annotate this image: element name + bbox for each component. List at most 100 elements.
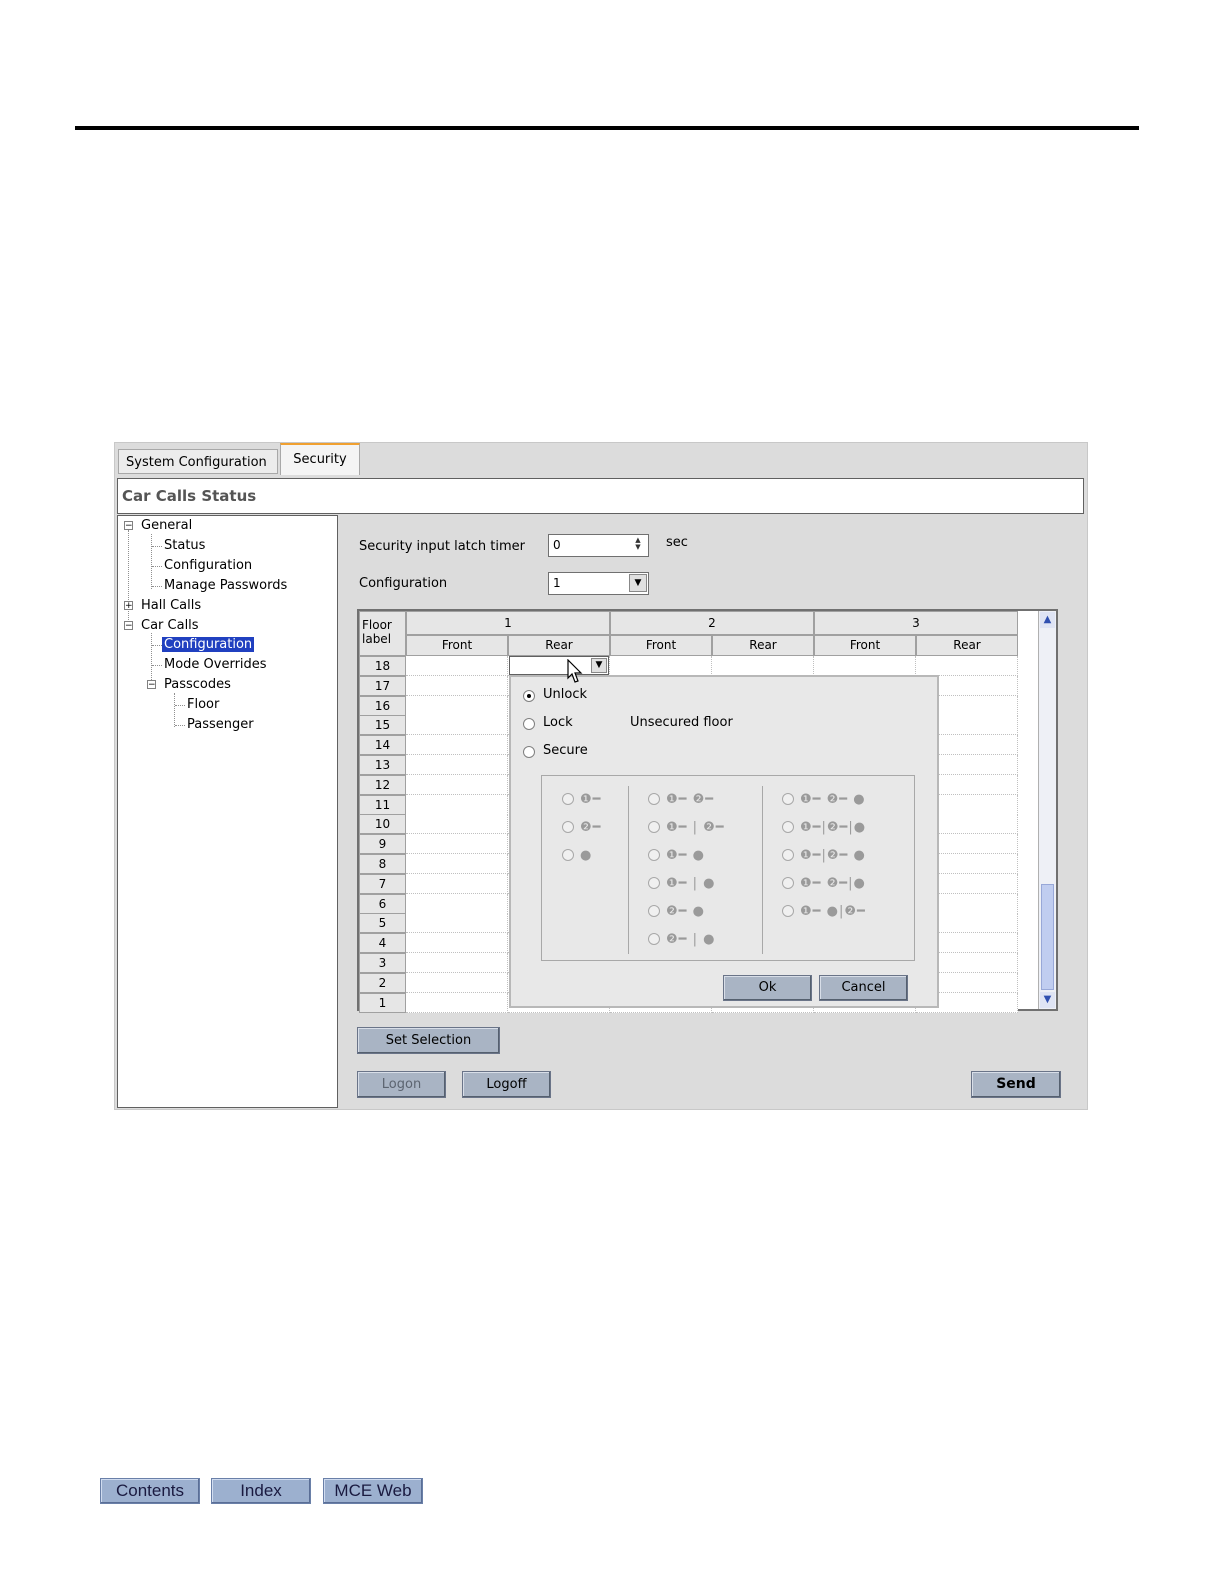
- floor-label-cell: 17: [359, 675, 406, 696]
- logon-button[interactable]: Logon: [357, 1071, 446, 1098]
- expand-icon[interactable]: +: [124, 601, 133, 611]
- security-cell[interactable]: [610, 656, 712, 676]
- scroll-thumb[interactable]: [1041, 884, 1054, 990]
- tab-security[interactable]: Security: [280, 443, 360, 475]
- tree-item-car-configuration[interactable]: Configuration: [162, 636, 255, 654]
- security-cell[interactable]: [406, 834, 508, 855]
- tree-item-passenger[interactable]: Passenger: [187, 716, 254, 734]
- security-cell[interactable]: [406, 774, 508, 795]
- panel-title-bar: Car Calls Status: [117, 478, 1084, 514]
- tree-item-passcodes[interactable]: Passcodes: [164, 676, 231, 694]
- door-header: Rear: [916, 635, 1018, 656]
- security-cell[interactable]: [406, 715, 508, 736]
- radio[interactable]: [562, 821, 574, 833]
- floor-label-cell: 2: [359, 972, 406, 993]
- tree-line: [174, 693, 175, 727]
- floor-label-cell: 6: [359, 893, 406, 914]
- index-button[interactable]: Index: [211, 1478, 311, 1504]
- set-selection-button[interactable]: Set Selection: [357, 1027, 500, 1054]
- radio[interactable]: [648, 905, 660, 917]
- mouse-pointer-icon: [567, 659, 583, 683]
- radio[interactable]: [782, 849, 794, 861]
- security-cell[interactable]: [406, 873, 508, 894]
- security-cell[interactable]: [406, 656, 508, 676]
- cancel-button[interactable]: Cancel: [819, 975, 908, 1001]
- security-cell[interactable]: [406, 755, 508, 775]
- floor-label-cell: 14: [359, 735, 406, 756]
- column-divider: [762, 786, 763, 954]
- radio[interactable]: [782, 877, 794, 889]
- unlock-radio[interactable]: [523, 690, 535, 702]
- latch-timer-unit: sec: [666, 535, 688, 550]
- tree-branch: [152, 546, 162, 547]
- tree-line: [128, 530, 129, 626]
- unlock-label: Unlock: [543, 687, 587, 702]
- security-cell[interactable]: [406, 695, 508, 716]
- security-cell[interactable]: [712, 656, 814, 676]
- key-combination-options: ❶━ ❷━ ● ❶━ ❷━ ❶━ | ❷━ ❶━ ● ❶━ | ● ❷━ ● ❷…: [541, 775, 915, 961]
- scroll-up-icon[interactable]: ▲: [1040, 612, 1055, 628]
- column-divider: [628, 786, 629, 954]
- radio[interactable]: [648, 877, 660, 889]
- security-cell[interactable]: [406, 893, 508, 914]
- security-cell[interactable]: [814, 656, 916, 676]
- chevron-down-icon[interactable]: ▼: [629, 574, 647, 592]
- security-cell[interactable]: [406, 972, 508, 993]
- tree-item-general[interactable]: General: [141, 517, 192, 535]
- security-cell[interactable]: [406, 933, 508, 954]
- radio[interactable]: [562, 849, 574, 861]
- tree-item-floor[interactable]: Floor: [187, 696, 219, 714]
- tree-item-status[interactable]: Status: [164, 537, 205, 555]
- secure-radio[interactable]: [523, 746, 535, 758]
- lock-radio[interactable]: [523, 718, 535, 730]
- car-call-security-grid: Floor label 1 2 3 Front Rear Front Rear …: [357, 609, 1058, 1013]
- radio[interactable]: [562, 793, 574, 805]
- radio[interactable]: [648, 933, 660, 945]
- scroll-down-icon[interactable]: ▼: [1040, 992, 1055, 1008]
- header-rule: [75, 126, 1139, 130]
- tree-item-hall-calls[interactable]: Hall Calls: [141, 597, 201, 615]
- key-2-and-dot-icon: ❷━ ●: [666, 904, 705, 919]
- collapse-icon[interactable]: −: [147, 680, 156, 690]
- key-combo-icon: ❶━ ❷━|●: [800, 876, 866, 891]
- tree-item-manage-passwords[interactable]: Manage Passwords: [164, 577, 287, 595]
- tree-item-car-calls[interactable]: Car Calls: [141, 617, 199, 635]
- tree-branch: [152, 645, 162, 646]
- tree-item-configuration[interactable]: Configuration: [164, 557, 252, 575]
- key-1-or-2-icon: ❶━ | ❷━: [666, 820, 725, 835]
- floor-label-cell: 12: [359, 774, 406, 795]
- collapse-icon[interactable]: −: [124, 521, 133, 531]
- radio[interactable]: [782, 793, 794, 805]
- key-1-or-dot-icon: ❶━ | ●: [666, 876, 716, 891]
- mce-web-button[interactable]: MCE Web: [323, 1478, 423, 1504]
- security-cell[interactable]: [406, 794, 508, 815]
- radio[interactable]: [782, 821, 794, 833]
- security-cell[interactable]: [406, 854, 508, 874]
- configuration-select[interactable]: 1 ▼: [548, 572, 649, 595]
- key-combo-icon: ❶━|❷━|●: [800, 820, 867, 835]
- ok-button[interactable]: Ok: [723, 975, 812, 1001]
- chevron-down-icon[interactable]: ▼: [591, 658, 607, 673]
- radio[interactable]: [782, 905, 794, 917]
- security-cell[interactable]: [406, 735, 508, 756]
- spinner-icon[interactable]: ▲ ▼: [630, 537, 646, 553]
- contents-button[interactable]: Contents: [100, 1478, 200, 1504]
- security-cell[interactable]: [406, 675, 508, 696]
- send-button[interactable]: Send: [971, 1071, 1061, 1098]
- logoff-button[interactable]: Logoff: [462, 1071, 551, 1098]
- latch-timer-input[interactable]: 0 ▲ ▼: [548, 534, 649, 557]
- security-cell[interactable]: [916, 656, 1018, 676]
- tree-item-mode-overrides[interactable]: Mode Overrides: [164, 656, 267, 674]
- car-1-header: 1: [406, 611, 610, 635]
- security-cell[interactable]: [406, 953, 508, 973]
- radio[interactable]: [648, 793, 660, 805]
- radio[interactable]: [648, 821, 660, 833]
- security-cell[interactable]: [406, 814, 508, 835]
- tab-system-configuration[interactable]: System Configuration: [118, 449, 278, 474]
- security-cell[interactable]: [406, 992, 508, 1013]
- security-cell[interactable]: [406, 913, 508, 934]
- cell-dropdown[interactable]: ▼: [509, 656, 609, 675]
- grid-scrollbar[interactable]: ▲ ▼: [1038, 611, 1056, 1009]
- radio[interactable]: [648, 849, 660, 861]
- collapse-icon[interactable]: −: [124, 621, 133, 631]
